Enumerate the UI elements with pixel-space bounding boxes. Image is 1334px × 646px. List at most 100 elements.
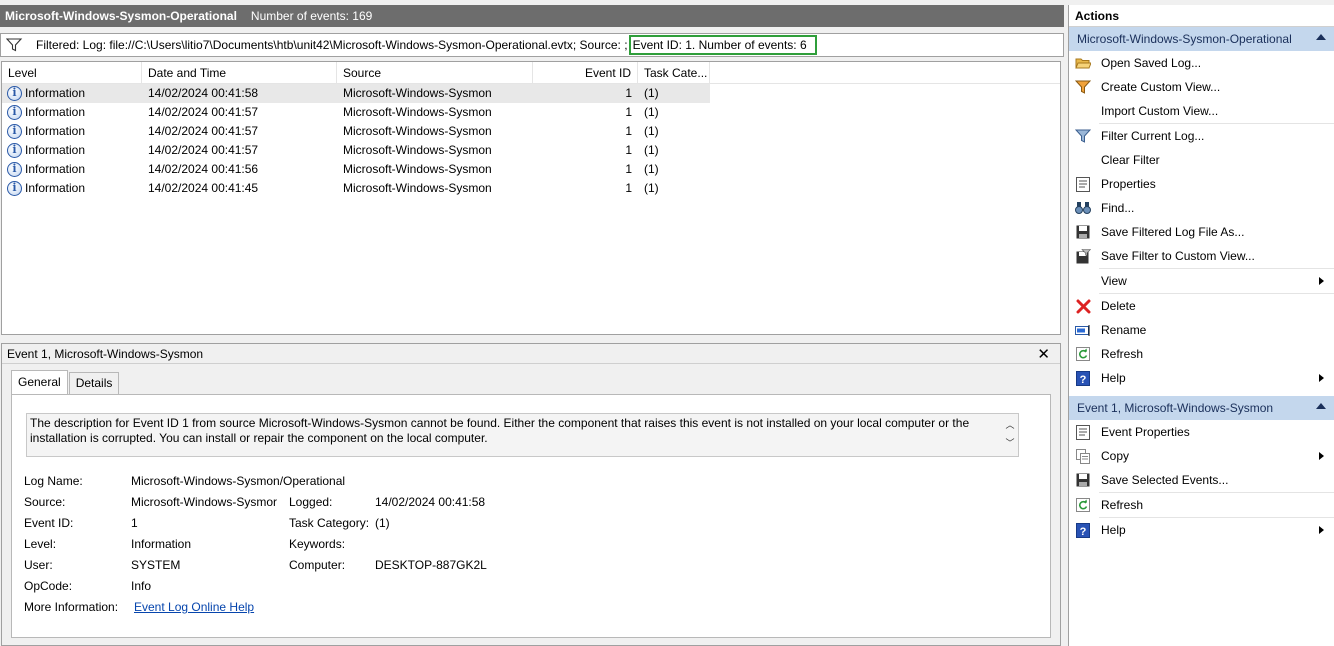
info-icon: i <box>7 143 22 158</box>
filter-icon <box>6 38 23 52</box>
table-row[interactable]: i Information 14/02/2024 00:41:57 Microso… <box>2 103 1060 122</box>
row-level: Information <box>25 162 86 176</box>
events-grid[interactable]: Level Date and Time Source Event ID Task… <box>1 61 1061 335</box>
refresh-icon <box>1075 497 1091 513</box>
close-icon[interactable]: ✕ <box>1037 345 1050 363</box>
table-row[interactable]: i Information 14/02/2024 00:41:57 Microso… <box>2 141 1060 160</box>
column-header-event-id[interactable]: Event ID <box>533 62 638 84</box>
action-label: Help <box>1101 523 1126 537</box>
row-level: Information <box>25 143 86 157</box>
column-header-level[interactable]: Level <box>2 62 142 84</box>
logged-value: 14/02/2024 00:41:58 <box>375 495 486 509</box>
user-value: SYSTEM <box>131 558 181 572</box>
log-title: Microsoft-Windows-Sysmon-Operational <box>5 9 237 23</box>
row-date: 14/02/2024 00:41:56 <box>148 162 259 176</box>
main-pane: Microsoft-Windows-Sysmon-Operational Num… <box>0 0 1064 646</box>
section-header-event[interactable]: Event 1, Microsoft-Windows-Sysmon <box>1069 396 1334 420</box>
action-filter-current-log[interactable]: Filter Current Log... <box>1069 124 1334 148</box>
action-rename[interactable]: Rename <box>1069 318 1334 342</box>
binoculars-icon <box>1075 200 1091 216</box>
action-label: Help <box>1101 371 1126 385</box>
action-event-properties[interactable]: Event Properties <box>1069 420 1334 444</box>
action-save-filter-custom-view[interactable]: Save Filter to Custom View... <box>1069 244 1334 268</box>
scroll-down-icon[interactable]: ﹀ <box>1004 434 1016 452</box>
row-date: 14/02/2024 00:41:45 <box>148 181 259 195</box>
action-refresh-event[interactable]: Refresh <box>1069 493 1334 517</box>
action-refresh[interactable]: Refresh <box>1069 342 1334 366</box>
event-description[interactable]: The description for Event ID 1 from sour… <box>26 413 1019 457</box>
column-header-source[interactable]: Source <box>337 62 533 84</box>
row-source: Microsoft-Windows-Sysmon <box>343 124 492 138</box>
row-level: Information <box>25 124 86 138</box>
action-open-saved-log[interactable]: Open Saved Log... <box>1069 51 1334 75</box>
more-info-label: More Information: <box>24 600 119 614</box>
action-view[interactable]: View <box>1069 269 1334 293</box>
row-event-id: 1 <box>625 105 632 119</box>
action-copy[interactable]: Copy <box>1069 444 1334 468</box>
action-label: Create Custom View... <box>1101 80 1221 94</box>
table-row[interactable]: i Information 14/02/2024 00:41:45 Microso… <box>2 179 1060 198</box>
action-label: Refresh <box>1101 347 1144 361</box>
action-label: View <box>1101 274 1127 288</box>
row-task: (1) <box>644 143 659 157</box>
save-icon <box>1075 472 1091 488</box>
detail-title: Event 1, Microsoft-Windows-Sysmon <box>7 346 204 361</box>
action-label: Save Filtered Log File As... <box>1101 225 1245 239</box>
table-row[interactable]: i Information 14/02/2024 00:41:57 Microso… <box>2 122 1060 141</box>
general-tab-body: The description for Event ID 1 from sour… <box>11 394 1051 638</box>
table-row[interactable]: i Information 14/02/2024 00:41:58 Microso… <box>2 84 1060 103</box>
user-label: User: <box>24 558 53 572</box>
tab-general[interactable]: General <box>11 370 68 394</box>
action-properties[interactable]: Properties <box>1069 172 1334 196</box>
computer-value: DESKTOP-887GK2L <box>375 558 487 572</box>
event-count: Number of events: 169 <box>250 9 373 23</box>
table-row[interactable]: i Information 14/02/2024 00:41:56 Microso… <box>2 160 1060 179</box>
action-import-custom-view[interactable]: Import Custom View... <box>1069 99 1334 123</box>
action-help-event[interactable]: ? Help <box>1069 518 1334 542</box>
detail-tabs: General Details <box>11 370 120 394</box>
section-header-log[interactable]: Microsoft-Windows-Sysmon-Operational <box>1069 27 1334 51</box>
event-description-text: The description for Event ID 1 from sour… <box>30 416 970 445</box>
row-level: Information <box>25 86 86 100</box>
tab-details[interactable]: Details <box>68 372 120 394</box>
log-name-label: Log Name: <box>24 474 83 488</box>
save-filter-icon <box>1075 248 1091 264</box>
svg-text:?: ? <box>1080 374 1087 386</box>
action-save-filtered-log[interactable]: Save Filtered Log File As... <box>1069 220 1334 244</box>
description-scrollbar[interactable]: ︿ ﹀ <box>1004 416 1016 454</box>
keywords-label: Keywords: <box>289 537 346 551</box>
task-category-value: (1) <box>375 516 390 530</box>
opcode-label: OpCode: <box>24 579 73 593</box>
action-save-selected-events[interactable]: Save Selected Events... <box>1069 468 1334 492</box>
scroll-up-icon[interactable]: ︿ <box>1004 416 1016 434</box>
detail-header: Event 1, Microsoft-Windows-Sysmon ✕ <box>2 344 1060 364</box>
submenu-arrow-icon <box>1319 374 1324 382</box>
action-label: Refresh <box>1101 498 1144 512</box>
action-help[interactable]: ? Help <box>1069 366 1334 390</box>
info-icon: i <box>7 181 22 196</box>
action-find[interactable]: Find... <box>1069 196 1334 220</box>
task-category-label: Task Category: <box>289 516 370 530</box>
row-date: 14/02/2024 00:41:58 <box>142 84 337 103</box>
action-create-custom-view[interactable]: Create Custom View... <box>1069 75 1334 99</box>
row-event-id: 1 <box>625 162 632 176</box>
filter-bar: Filtered: Log: file://C:\Users\litio7\Do… <box>0 33 1064 57</box>
filter-description: Filtered: Log: file://C:\Users\litio7\Do… <box>36 38 628 52</box>
info-icon: i <box>7 124 22 139</box>
column-header-date[interactable]: Date and Time <box>142 62 337 84</box>
log-name-value: Microsoft-Windows-Sysmon/Operational <box>131 474 346 488</box>
collapse-icon[interactable] <box>1316 34 1326 40</box>
row-task: (1) <box>644 181 659 195</box>
action-clear-filter[interactable]: Clear Filter <box>1069 148 1334 172</box>
column-header-task-category[interactable]: Task Cate... <box>638 62 710 84</box>
event-id-value: 1 <box>131 516 138 530</box>
info-icon: i <box>7 86 22 101</box>
collapse-icon[interactable] <box>1316 403 1326 409</box>
action-label: Rename <box>1101 323 1147 337</box>
action-delete[interactable]: Delete <box>1069 294 1334 318</box>
event-detail-pane: Event 1, Microsoft-Windows-Sysmon ✕ Gene… <box>1 343 1061 646</box>
help-icon: ? <box>1075 522 1091 538</box>
row-event-id: 1 <box>625 143 632 157</box>
submenu-arrow-icon <box>1319 452 1324 460</box>
event-log-online-help-link[interactable]: Event Log Online Help <box>134 600 254 614</box>
